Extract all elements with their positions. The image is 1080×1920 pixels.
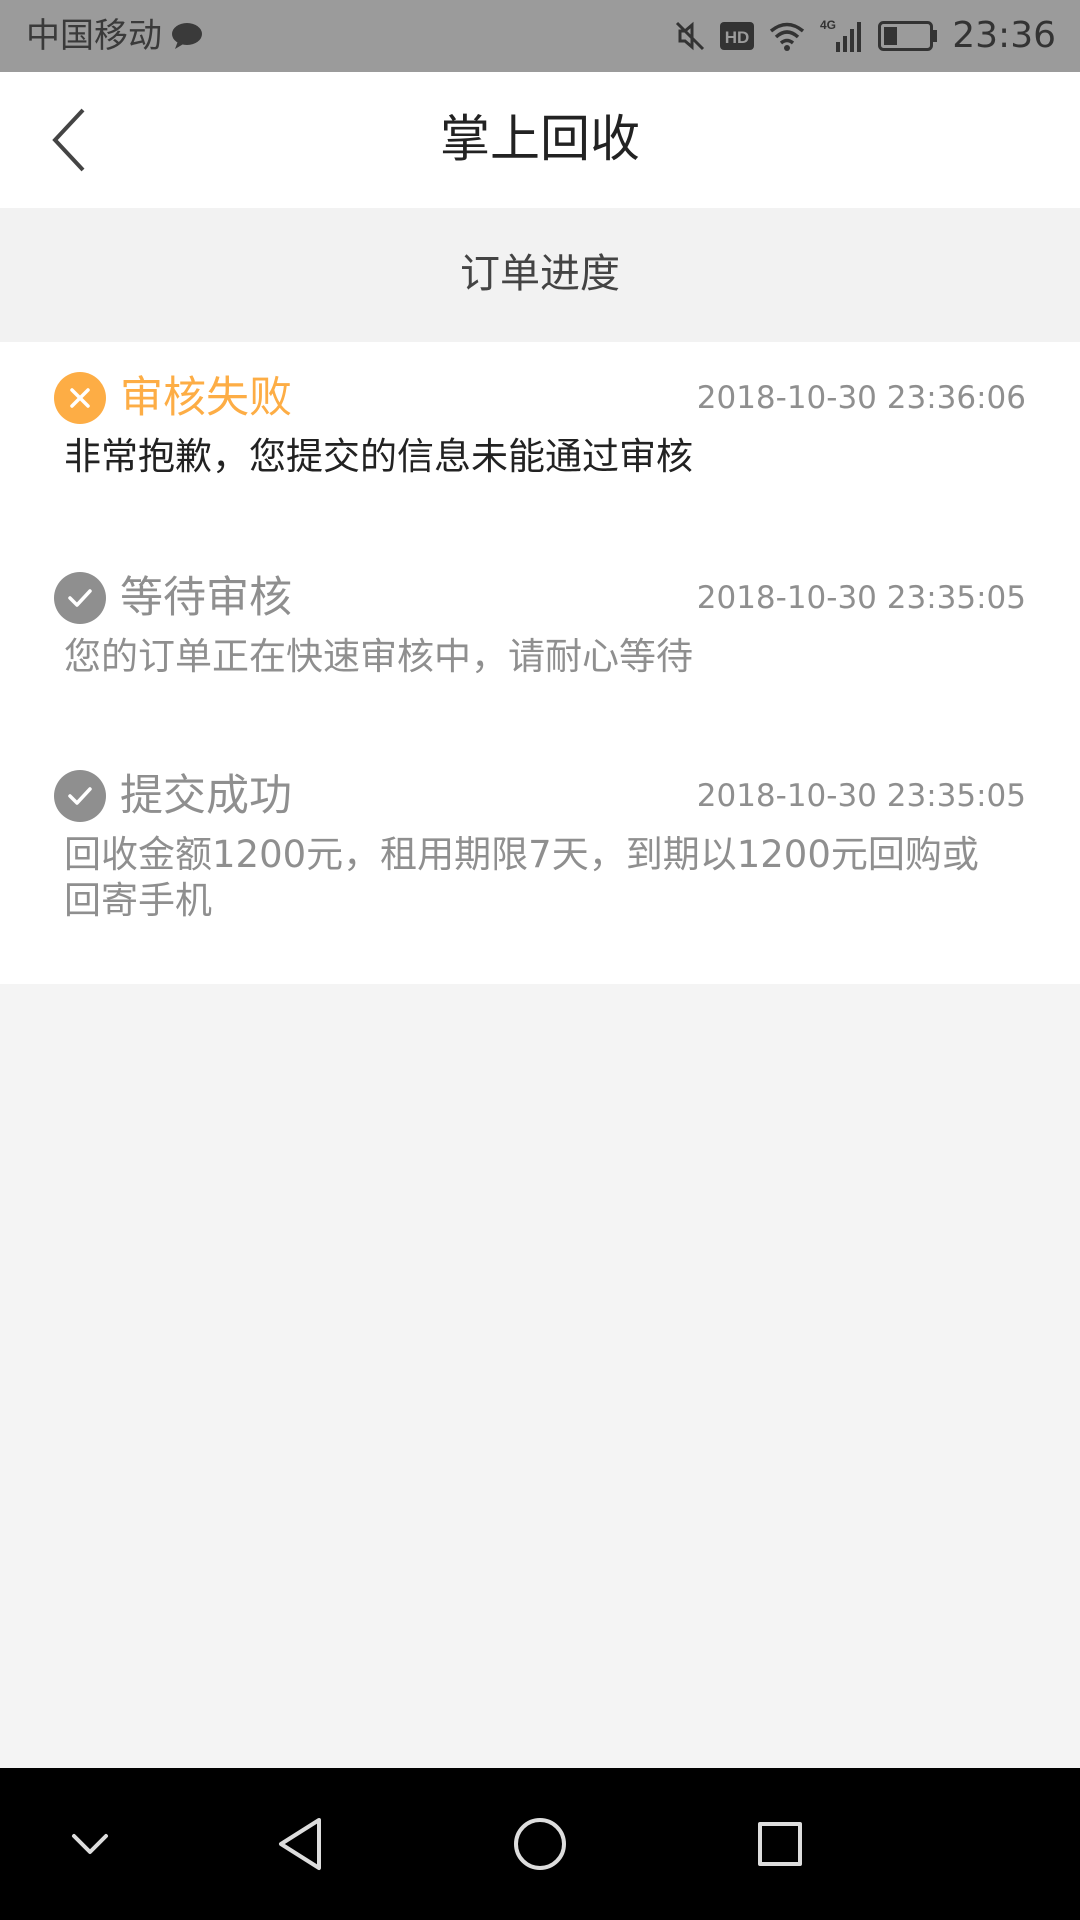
system-home-button[interactable] — [510, 1814, 570, 1874]
nav-bar: 掌上回收 — [0, 72, 1080, 208]
section-header: 订单进度 — [0, 208, 1080, 342]
chevron-down-icon — [72, 1834, 108, 1854]
timeline-label: 提交成功 — [120, 771, 292, 821]
timeline-time: 2018-10-30 23:35:05 — [696, 580, 1026, 616]
hide-nav-button[interactable] — [60, 1814, 120, 1874]
close-circle-icon — [54, 372, 106, 424]
status-bar: 中国移动 HD 4G 23:36 — [0, 0, 1080, 72]
svg-text:HD: HD — [725, 28, 750, 47]
timeline-desc: 回收金额1200元，租用期限7天，到期以1200元回购或回寄手机 — [64, 833, 979, 922]
signal-4g-icon: 4G — [820, 18, 864, 54]
page-title: 掌上回收 — [440, 110, 640, 168]
carrier-name: 中国移动 — [26, 16, 162, 56]
check-circle-icon — [54, 572, 106, 624]
system-nav-bar — [0, 1768, 1080, 1920]
home-circle-icon — [514, 1818, 566, 1870]
battery-icon — [878, 21, 938, 51]
recents-square-icon — [758, 1822, 802, 1866]
timeline-time: 2018-10-30 23:35:05 — [696, 778, 1026, 814]
carrier-group: 中国移动 — [26, 16, 204, 56]
mute-icon — [674, 20, 706, 52]
wifi-icon — [768, 20, 806, 52]
timeline-desc: 您的订单正在快速审核中，请耐心等待 — [64, 635, 693, 678]
timeline-desc: 非常抱歉，您提交的信息未能通过审核 — [64, 435, 693, 478]
status-time: 23:36 — [952, 15, 1056, 56]
svg-text:4G: 4G — [820, 18, 836, 32]
back-triangle-icon — [279, 1818, 321, 1870]
hd-icon: HD — [720, 22, 755, 50]
system-recents-button[interactable] — [750, 1814, 810, 1874]
system-back-button[interactable] — [270, 1814, 330, 1874]
timeline-label: 等待审核 — [120, 573, 292, 623]
timeline-label: 审核失败 — [120, 373, 292, 423]
check-circle-icon — [54, 770, 106, 822]
section-title: 订单进度 — [460, 251, 620, 297]
timeline-time: 2018-10-30 23:36:06 — [696, 380, 1026, 416]
status-icons: HD 4G 23:36 — [660, 14, 1056, 58]
chat-bubble-icon — [172, 23, 202, 49]
order-progress-timeline: 审核失败 2018-10-30 23:36:06 非常抱歉，您提交的信息未能通过… — [0, 342, 1080, 984]
